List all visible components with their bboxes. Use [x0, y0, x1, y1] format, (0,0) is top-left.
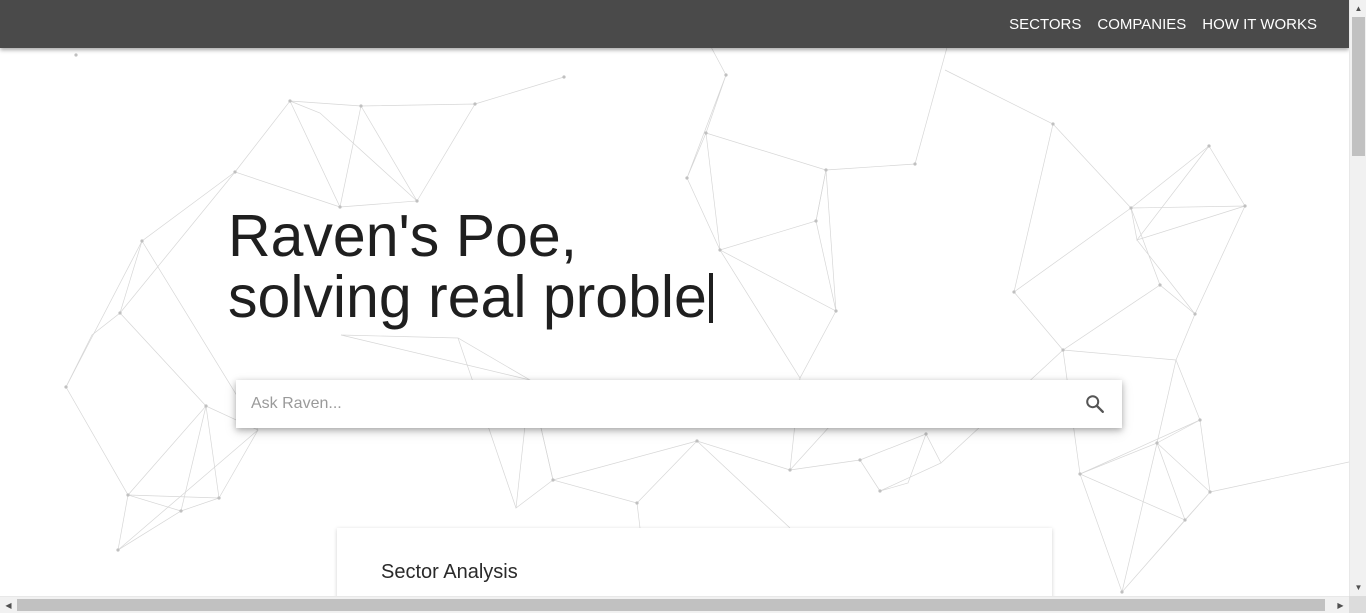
hero-line-2: solving real proble: [228, 264, 707, 330]
horizontal-scroll-thumb[interactable]: [17, 599, 1325, 611]
nav-companies[interactable]: COMPANIES: [1097, 16, 1186, 33]
typing-caret: [708, 273, 713, 323]
hero-line-2-wrapper: solving real proble: [228, 267, 713, 328]
hero-headline: Raven's Poe, solving real proble: [228, 206, 713, 328]
scroll-down-arrow-icon[interactable]: ▼: [1350, 579, 1366, 596]
vertical-scrollbar[interactable]: ▲ ▼: [1349, 0, 1366, 596]
horizontal-scrollbar[interactable]: ◀ ▶: [0, 596, 1349, 613]
main-nav: SECTORS COMPANIES HOW IT WORKS: [993, 0, 1317, 48]
search-input[interactable]: [251, 389, 1071, 419]
nav-how-it-works[interactable]: HOW IT WORKS: [1202, 16, 1317, 33]
page-viewport: SECTORS COMPANIES HOW IT WORKS Raven's P…: [0, 0, 1349, 596]
nav-sectors[interactable]: SECTORS: [1009, 16, 1081, 33]
hero-line-1: Raven's Poe,: [228, 203, 578, 269]
sector-analysis-card: Sector Analysis: [337, 528, 1052, 596]
scrollbar-corner: [1349, 596, 1366, 613]
search-icon[interactable]: [1084, 393, 1106, 415]
card-title: Sector Analysis: [381, 561, 518, 583]
scroll-left-arrow-icon[interactable]: ◀: [0, 597, 17, 614]
scroll-right-arrow-icon[interactable]: ▶: [1332, 597, 1349, 614]
vertical-scroll-thumb[interactable]: [1352, 17, 1365, 156]
scroll-up-arrow-icon[interactable]: ▲: [1350, 0, 1366, 17]
top-navbar: SECTORS COMPANIES HOW IT WORKS: [0, 0, 1349, 48]
search-bar: [236, 380, 1122, 428]
